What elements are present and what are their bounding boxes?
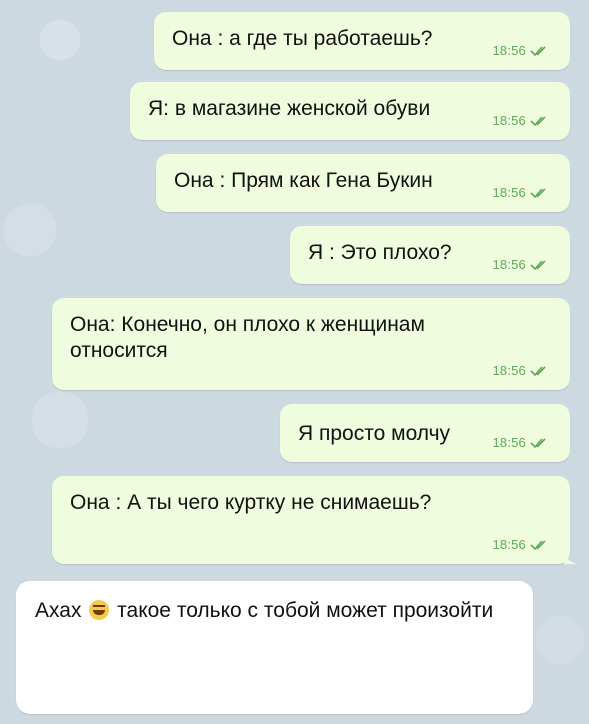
message-text: Я: в магазине женской обуви: [148, 97, 431, 120]
message-meta: 18:56: [492, 180, 550, 206]
message-meta: 18:56: [492, 358, 550, 384]
message-time: 18:56: [492, 113, 526, 128]
message-bubble[interactable]: Она: Конечно, он плохо к женщинам относи…: [52, 298, 570, 390]
message-time: 18:56: [492, 363, 526, 378]
message-time: 18:56: [492, 43, 526, 58]
message-bubble[interactable]: Она : а где ты работаешь? 18:56: [154, 12, 570, 70]
message-bubble[interactable]: Я : Это плохо? 18:56: [290, 226, 570, 284]
message-meta: 18:56: [492, 252, 550, 278]
double-check-icon: [530, 116, 546, 127]
message-meta: 18:56: [492, 430, 550, 456]
double-check-icon: [530, 366, 546, 377]
bubble-tail-icon: [564, 550, 578, 564]
message-text: Она : А ты чего куртку не снимаешь?: [70, 491, 432, 514]
message-time: 18:56: [492, 537, 526, 552]
reply-text-start: Ахах: [35, 599, 82, 622]
double-check-icon: [530, 260, 546, 271]
laughing-tears-emoji-icon: [89, 600, 110, 620]
message-bubble[interactable]: Она : А ты чего куртку не снимаешь? 18:5…: [52, 476, 578, 564]
message-bubble[interactable]: Я: в магазине женской обуви 18:56: [130, 82, 570, 140]
message-text: Она : Прям как Гена Букин: [174, 169, 433, 192]
message-time: 18:56: [492, 257, 526, 272]
message-bubble[interactable]: Она : Прям как Гена Букин 18:56: [156, 154, 570, 212]
chat-background: Она : а где ты работаешь? 18:56 Я: в маг…: [0, 0, 589, 724]
message-meta: 18:56: [492, 532, 550, 558]
reply-text-end: такое только с тобой может произойти: [117, 599, 494, 622]
message-text: Я просто молчу: [298, 422, 451, 445]
double-check-icon: [530, 540, 546, 551]
message-text: Я : Это плохо?: [308, 241, 452, 264]
double-check-icon: [530, 438, 546, 449]
message-time: 18:56: [492, 435, 526, 450]
incoming-message-bubble[interactable]: Ахах такое только с тобой может произойт…: [16, 581, 533, 714]
message-text: Она : а где ты работаешь?: [172, 27, 433, 50]
message-time: 18:56: [492, 185, 526, 200]
double-check-icon: [530, 46, 546, 57]
double-check-icon: [530, 188, 546, 199]
message-text: Она: Конечно, он плохо к женщинам относи…: [70, 313, 425, 362]
message-meta: 18:56: [492, 38, 550, 64]
message-meta: 18:56: [492, 108, 550, 134]
message-bubble[interactable]: Я просто молчу 18:56: [280, 404, 570, 462]
